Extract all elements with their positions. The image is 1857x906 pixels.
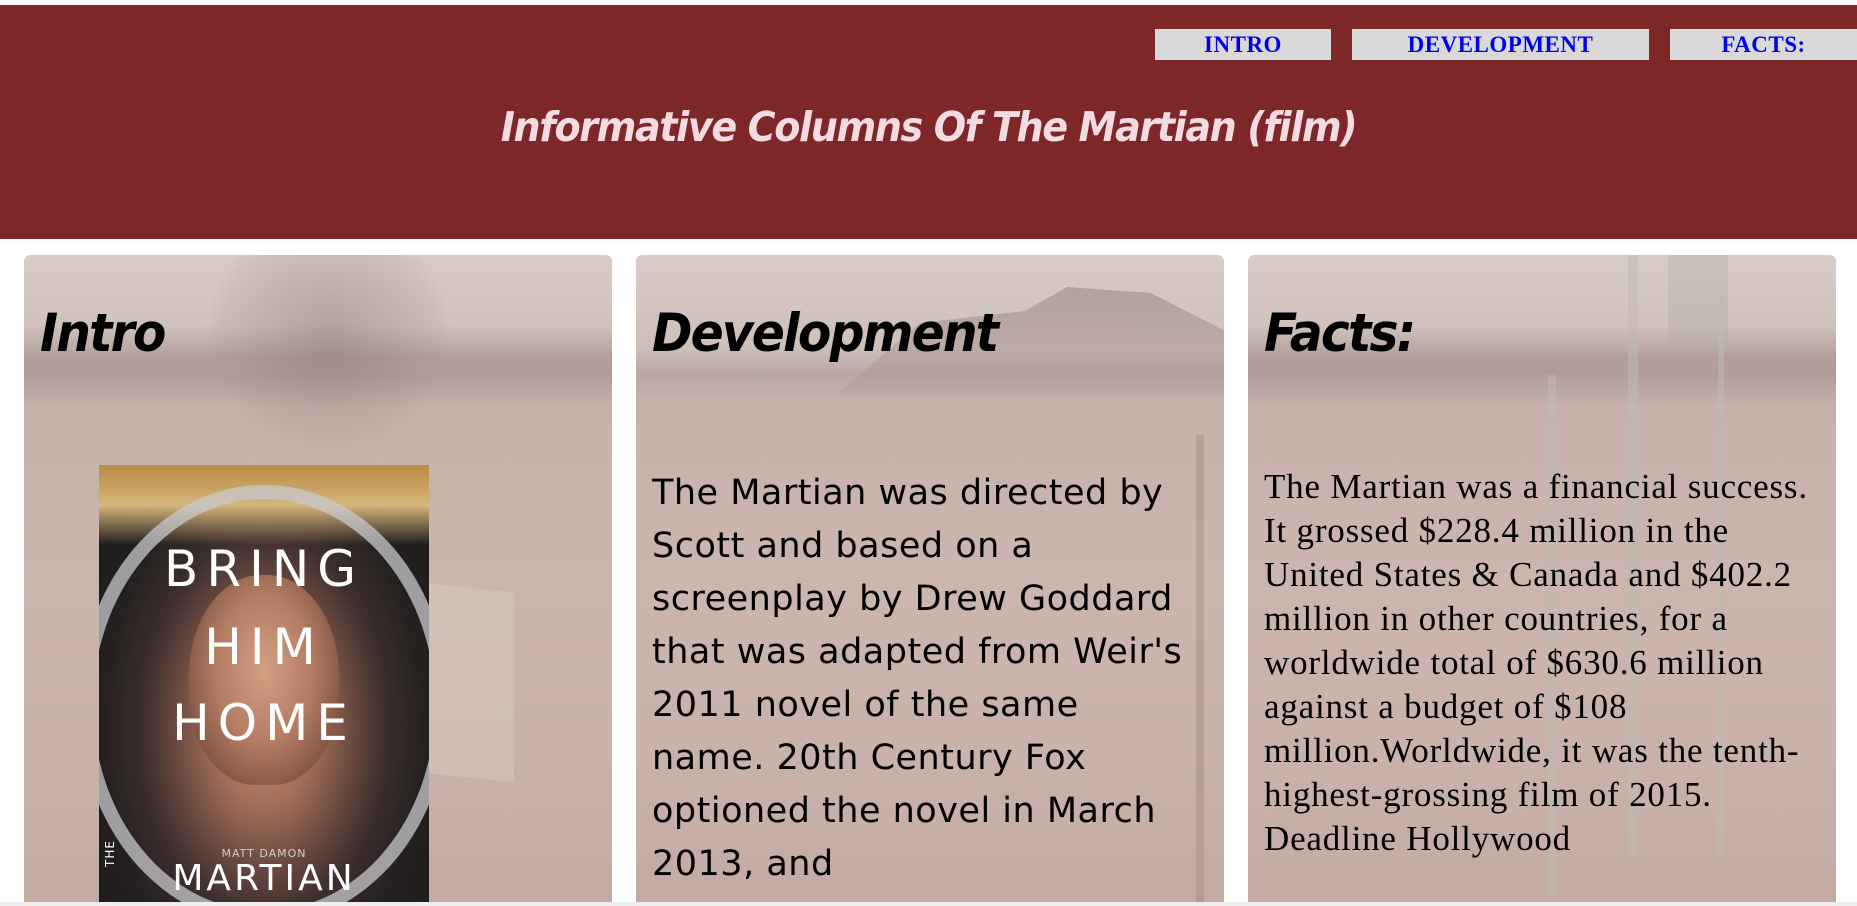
poster-tagline-line2: HIM: [204, 618, 324, 676]
horizontal-scrollbar[interactable]: [0, 902, 1857, 906]
page-title: Informative Columns Of The Martian (film…: [500, 103, 1358, 151]
nav-link-development[interactable]: DEVELOPMENT: [1352, 29, 1649, 60]
movie-poster-image: BRING HIM HOME MATT DAMON THE MARTIAN: [99, 465, 429, 906]
poster-tagline-line3: HOME: [172, 694, 356, 752]
site-header: INTRO DEVELOPMENT FACTS: Informative Col…: [0, 5, 1857, 239]
poster-tagline-line1: BRING: [164, 540, 364, 598]
poster-title: MARTIAN: [172, 858, 356, 899]
intro-column: Intro BRING HIM HOME MATT DAMON THE MART…: [24, 255, 612, 906]
facts-column: Facts: The Martian was a financial succe…: [1248, 255, 1836, 906]
facts-heading: Facts:: [1264, 303, 1416, 364]
development-text: The Martian was directed by Scott and ba…: [652, 473, 1183, 884]
background-post: [1196, 435, 1204, 906]
nav-link-facts[interactable]: FACTS:: [1670, 29, 1857, 60]
page: INTRO DEVELOPMENT FACTS: Informative Col…: [0, 0, 1857, 906]
nav-link-intro[interactable]: INTRO: [1155, 29, 1331, 60]
intro-heading: Intro: [40, 303, 166, 364]
development-heading: Development: [652, 303, 999, 364]
development-column: Development The Martian was directed by …: [636, 255, 1224, 906]
background-astronaut: [204, 255, 454, 455]
facts-text: The Martian was a financial success. It …: [1264, 467, 1808, 858]
